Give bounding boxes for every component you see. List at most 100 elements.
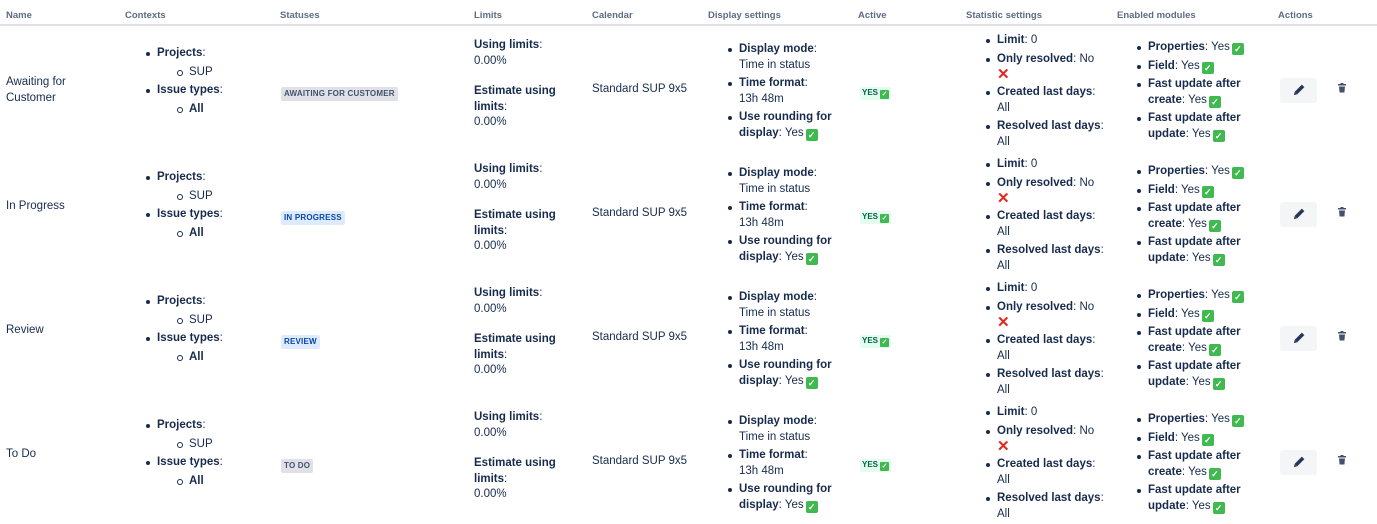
table-row-awaiting: Awaiting for Customer Projects: SUP Issu… xyxy=(0,28,1377,152)
context-issue-types: Issue types: xyxy=(146,83,267,99)
header-display-settings: Display settings xyxy=(708,10,781,21)
properties-item: Properties: Yes ✓ xyxy=(1137,412,1268,428)
cross-icon: ✕ xyxy=(997,66,1010,83)
edit-button[interactable] xyxy=(1280,78,1317,103)
only-resolved-item: Only resolved: No ✕ xyxy=(986,424,1109,454)
check-icon: ✓ xyxy=(1201,61,1214,74)
calendar-value: Standard SUP 9x5 xyxy=(592,455,688,467)
delete-button[interactable] xyxy=(1334,452,1350,468)
edit-button[interactable] xyxy=(1280,450,1317,475)
context-projects: Projects: xyxy=(146,418,267,434)
delete-button[interactable] xyxy=(1334,328,1350,344)
check-icon: ✓ xyxy=(880,214,890,223)
enabled-modules-list: Properties: Yes ✓ Field: Yes ✓ Fast update… xyxy=(1137,164,1268,266)
resolved-last-days-item: Resolved last days: All xyxy=(986,119,1109,150)
active-badge: YES ✓ xyxy=(860,211,892,224)
only-resolved-item: Only resolved: No ✕ xyxy=(986,176,1109,207)
enabled-modules-list: Properties: Yes ✓ Field: Yes ✓ Fast update… xyxy=(1137,412,1268,514)
limits-cell: Using limits: 0.00% Estimate using limit… xyxy=(474,410,584,503)
estimate-limits-value: 0.00% xyxy=(474,488,507,500)
check-icon: ✓ xyxy=(1201,433,1214,446)
check-icon: ✓ xyxy=(1212,129,1225,142)
contexts-list: Projects: SUP Issue types: All xyxy=(146,418,267,490)
check-icon: ✓ xyxy=(805,376,818,389)
display-mode-item: Display mode: Time in status xyxy=(728,290,844,321)
resolved-last-days-item: Resolved last days: All xyxy=(986,491,1109,522)
active-badge: YES ✓ xyxy=(860,87,892,100)
header-actions: Actions xyxy=(1278,10,1313,21)
check-icon: ✓ xyxy=(1201,185,1214,198)
display-settings-list: Display mode: Time in status Time format:… xyxy=(728,414,844,513)
statistic-settings-list: Limit: 0 Only resolved: No ✕ Created last… xyxy=(986,157,1109,274)
context-issue-type-value: All xyxy=(177,226,267,242)
properties-item: Properties: Yes ✓ xyxy=(1137,40,1268,56)
field-item: Field: Yes ✓ xyxy=(1137,307,1268,323)
limit-item: Limit: 0 xyxy=(986,33,1109,49)
time-format-item: Time format: 13h 48m xyxy=(728,324,844,355)
only-resolved-item: Only resolved: No ✕ xyxy=(986,52,1109,83)
time-format-item: Time format: 13h 48m xyxy=(728,200,844,231)
calendar-value: Standard SUP 9x5 xyxy=(592,207,688,219)
properties-item: Properties: Yes ✓ xyxy=(1137,164,1268,180)
delete-button[interactable] xyxy=(1334,80,1350,96)
created-last-days-item: Created last days: All xyxy=(986,85,1109,116)
trash-icon xyxy=(1338,83,1346,93)
display-mode-item: Display mode: Time in status xyxy=(728,166,844,197)
context-project-value: SUP xyxy=(177,65,267,81)
header-calendar: Calendar xyxy=(592,10,633,21)
trash-icon xyxy=(1338,455,1346,465)
check-icon: ✓ xyxy=(1208,219,1221,232)
header-statistic-settings: Statistic settings xyxy=(966,10,1043,21)
status-lozenge: AWAITING FOR CUSTOMER xyxy=(281,87,398,101)
table-row-in-progress: In Progress Projects: SUP Issue types: A… xyxy=(0,152,1377,276)
rounding-item: Use rounding for display: Yes ✓ xyxy=(728,482,844,513)
header-name: Name xyxy=(6,10,32,21)
context-issue-type-value: All xyxy=(177,474,267,490)
cross-icon: ✕ xyxy=(997,190,1010,207)
time-format-item: Time format: 13h 48m xyxy=(728,76,844,107)
limits-cell: Using limits: 0.00% Estimate using limit… xyxy=(474,38,584,131)
active-badge: YES ✓ xyxy=(860,335,892,348)
status-lozenge: IN PROGRESS xyxy=(281,211,345,225)
using-limits-value: 0.00% xyxy=(474,426,507,439)
estimate-limits-value: 0.00% xyxy=(474,240,507,252)
pencil-icon xyxy=(1293,456,1305,468)
row-name: In Progress xyxy=(6,200,65,212)
pencil-icon xyxy=(1293,208,1305,220)
check-icon: ✓ xyxy=(880,462,890,471)
context-projects: Projects: xyxy=(146,46,267,62)
context-issue-type-value: All xyxy=(177,350,267,366)
check-icon: ✓ xyxy=(1231,43,1244,55)
check-icon: ✓ xyxy=(805,128,818,141)
check-icon: ✓ xyxy=(1208,95,1221,108)
using-limits-value: 0.00% xyxy=(474,302,507,315)
edit-button[interactable] xyxy=(1280,326,1317,351)
created-last-days-item: Created last days: All xyxy=(986,457,1109,488)
rounding-item: Use rounding for display: Yes ✓ xyxy=(728,110,844,141)
statistic-settings-list: Limit: 0 Only resolved: No ✕ Created last… xyxy=(986,33,1109,150)
calendar-value: Standard SUP 9x5 xyxy=(592,83,688,95)
header-active: Active xyxy=(858,10,887,21)
display-settings-list: Display mode: Time in status Time format:… xyxy=(728,290,844,389)
fast-update-update-item: Fast update after update: Yes ✓ xyxy=(1137,111,1268,142)
trash-icon xyxy=(1338,207,1346,217)
estimate-limits-value: 0.00% xyxy=(474,116,507,128)
context-project-value: SUP xyxy=(177,189,267,205)
rounding-item: Use rounding for display: Yes ✓ xyxy=(728,234,844,265)
using-limits-value: 0.00% xyxy=(474,54,507,67)
fast-update-create-item: Fast update after create: Yes ✓ xyxy=(1137,449,1268,480)
field-item: Field: Yes ✓ xyxy=(1137,59,1268,75)
limit-item: Limit: 0 xyxy=(986,157,1109,173)
contexts-list: Projects: SUP Issue types: All xyxy=(146,294,267,366)
fast-update-create-item: Fast update after create: Yes ✓ xyxy=(1137,201,1268,232)
edit-button[interactable] xyxy=(1280,202,1317,227)
status-lozenge: REVIEW xyxy=(281,335,320,349)
estimate-limits-value: 0.00% xyxy=(474,364,507,376)
fast-update-create-item: Fast update after create: Yes ✓ xyxy=(1137,325,1268,356)
active-badge: YES ✓ xyxy=(860,459,892,472)
context-projects: Projects: xyxy=(146,170,267,186)
check-icon: ✓ xyxy=(1231,167,1244,179)
contexts-list: Projects: SUP Issue types: All xyxy=(146,170,267,242)
context-projects: Projects: xyxy=(146,294,267,310)
delete-button[interactable] xyxy=(1334,204,1350,220)
